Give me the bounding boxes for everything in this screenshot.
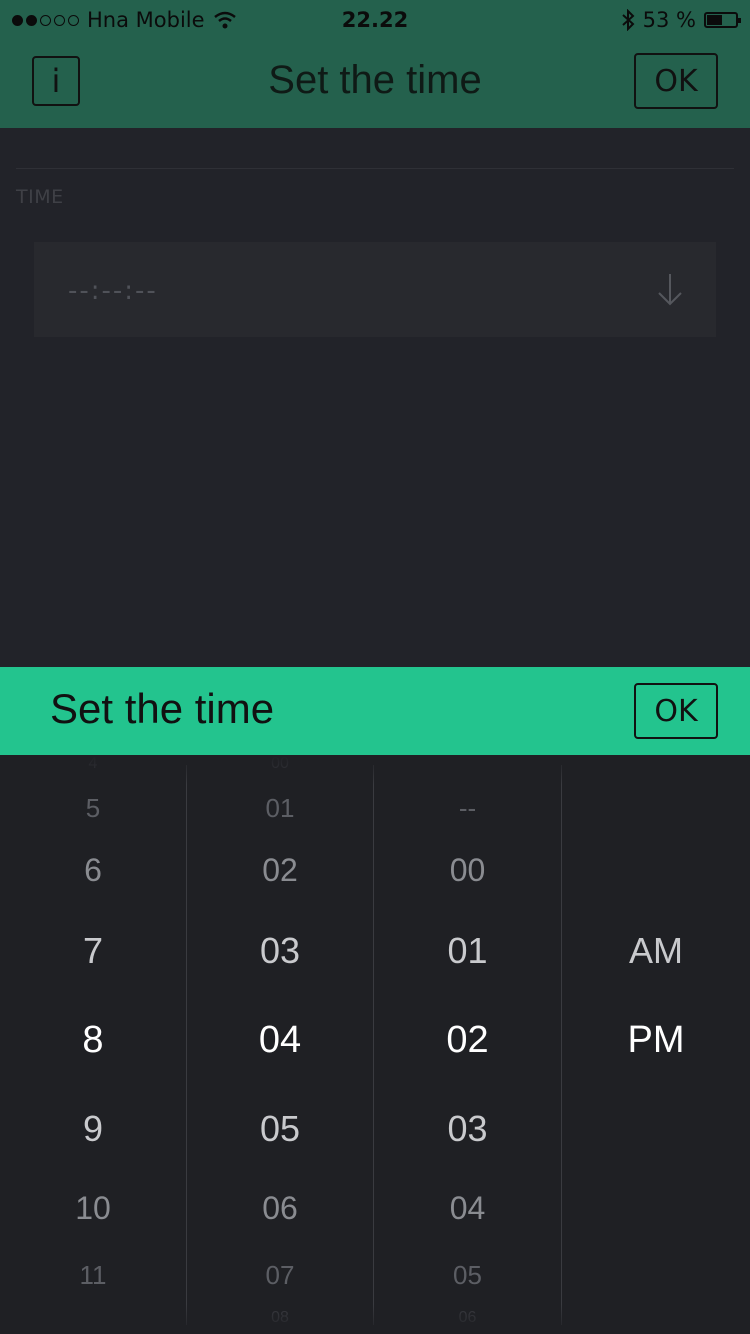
ok-button[interactable]: OK (634, 53, 718, 109)
minute-option[interactable]: 03 (187, 930, 373, 972)
minute-wheel[interactable]: 00 01 02 03 04 05 06 07 08 (187, 755, 373, 1334)
second-option[interactable]: -- (374, 793, 561, 824)
picker-title: Set the time (50, 685, 275, 732)
arrow-down-icon (658, 274, 682, 306)
minute-option[interactable]: 01 (187, 793, 373, 824)
fade-overlay (0, 755, 750, 785)
battery-percent: 53 % (642, 8, 696, 32)
am-option[interactable]: AM (562, 930, 750, 972)
divider (16, 168, 734, 169)
hour-wheel[interactable]: 4 5 6 7 8 9 10 11 (0, 755, 186, 1334)
hour-option[interactable]: 11 (0, 1260, 186, 1291)
app-bar: i Set the time OK (0, 40, 750, 128)
ampm-wheel[interactable]: AM PM (562, 755, 750, 1334)
hour-option[interactable]: 6 (0, 852, 186, 889)
time-field[interactable]: --:--:-- (34, 242, 716, 337)
second-option-selected[interactable]: 02 (374, 1019, 561, 1062)
time-label: TIME (16, 186, 64, 208)
time-picker: 4 5 6 7 8 9 10 11 00 01 02 03 04 05 06 0… (0, 755, 750, 1334)
picker-header: Set the time OK (0, 667, 750, 755)
status-bar: Hna Mobile 22.22 53 % (0, 0, 750, 40)
second-option[interactable]: 04 (374, 1190, 561, 1227)
second-option[interactable]: 03 (374, 1108, 561, 1150)
hour-option-selected[interactable]: 8 (0, 1019, 186, 1062)
second-wheel[interactable]: -- 00 01 02 03 04 05 06 (374, 755, 561, 1334)
minute-option[interactable]: 07 (187, 1260, 373, 1291)
minute-option-selected[interactable]: 04 (187, 1019, 373, 1062)
bluetooth-icon (621, 9, 635, 31)
fade-overlay (0, 1304, 750, 1334)
hour-option[interactable]: 9 (0, 1108, 186, 1150)
minute-option[interactable]: 05 (187, 1108, 373, 1150)
minute-option[interactable]: 02 (187, 852, 373, 889)
hour-option[interactable]: 10 (0, 1190, 186, 1227)
hour-option[interactable]: 5 (0, 793, 186, 824)
second-option[interactable]: 01 (374, 930, 561, 972)
hour-option[interactable]: 7 (0, 930, 186, 972)
time-field-value: --:--:-- (68, 276, 158, 306)
minute-option[interactable]: 06 (187, 1190, 373, 1227)
second-option[interactable]: 05 (374, 1260, 561, 1291)
battery-icon (704, 12, 741, 28)
pm-option-selected[interactable]: PM (562, 1019, 750, 1062)
picker-ok-button[interactable]: OK (634, 683, 718, 739)
second-option[interactable]: 00 (374, 852, 561, 889)
